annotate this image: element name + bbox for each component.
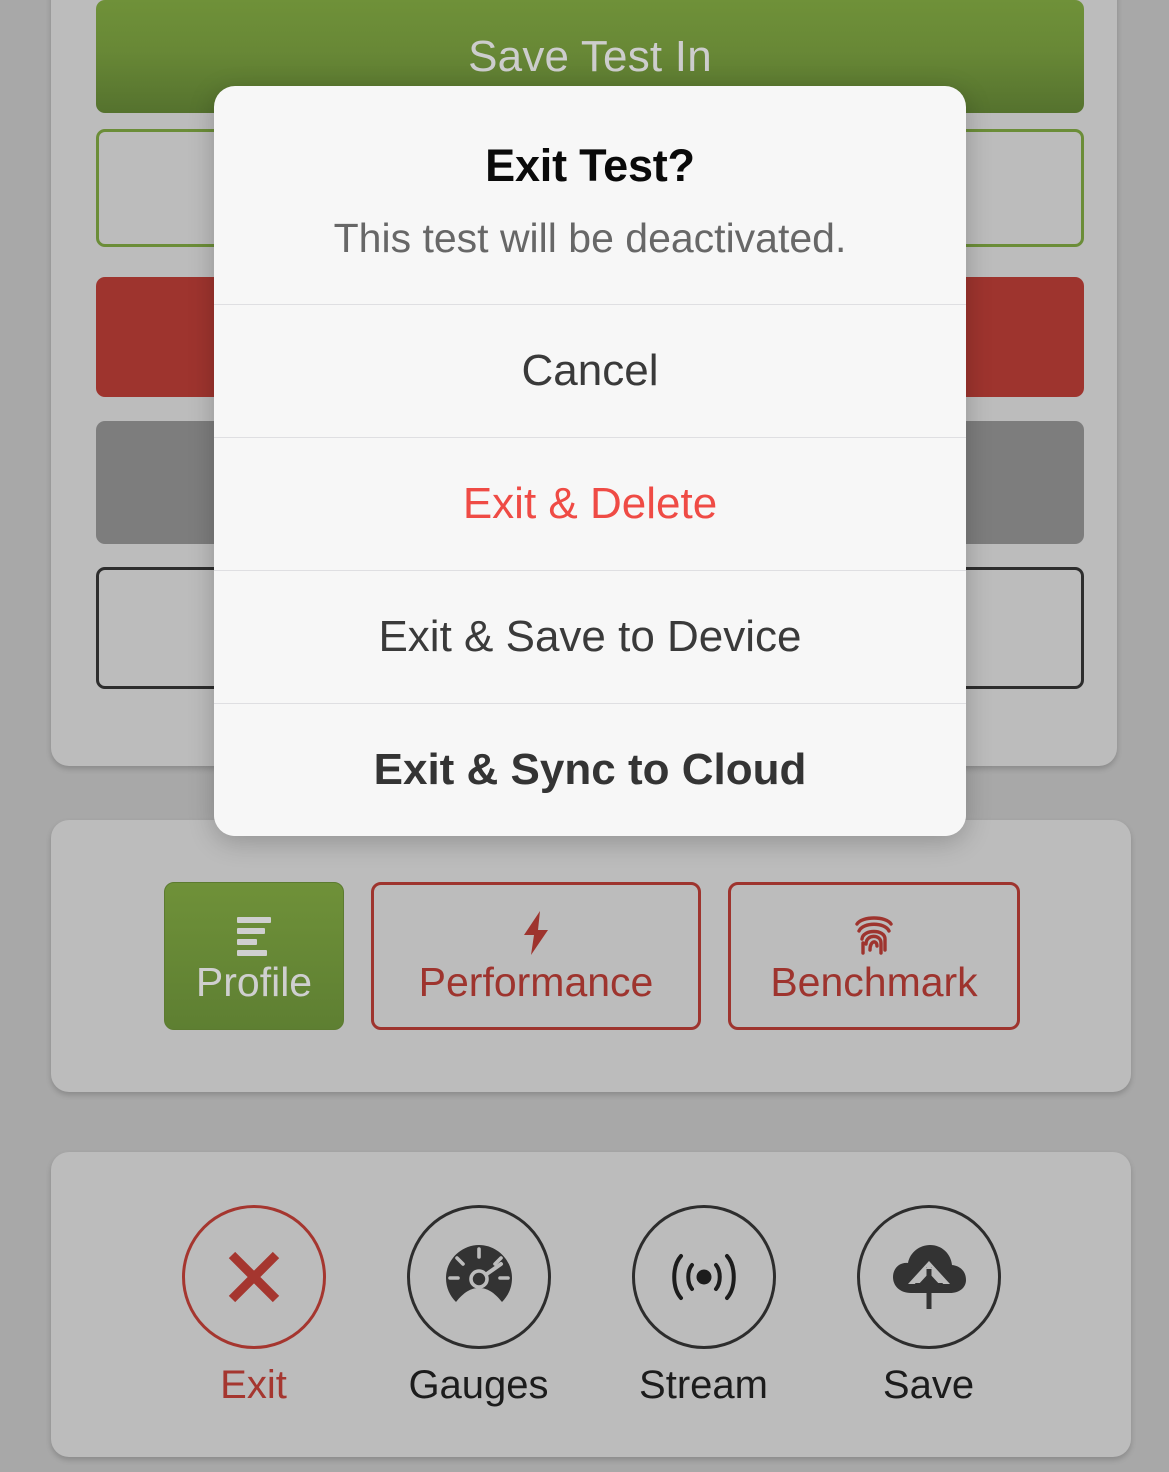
lightning-icon [519,910,553,956]
dialog-action-label-exit-delete: Exit & Delete [462,479,718,529]
bottom-toolbar: Exit Gauges Stream Save [51,1152,1131,1457]
mode-button-performance[interactable]: Performance [371,882,701,1030]
dialog-action-label-exit-sync-cloud: Exit & Sync to Cloud [373,745,807,795]
toolbar-label-save: Save [882,1362,975,1407]
toolbar-label-stream: Stream [639,1362,768,1407]
exit-test-dialog: Exit Test? This test will be deactivated… [214,86,966,837]
mode-label-performance: Performance [418,958,654,1005]
fingerprint-icon [852,910,896,956]
mode-selector-panel: Profile Performance Benchmark [51,820,1131,1092]
cloud-upload-icon [856,1204,1001,1349]
dialog-action-exit-save-device[interactable]: Exit & Save to Device [214,570,966,704]
toolbar-label-gauges: Gauges [408,1362,549,1407]
toolbar-item-gauges[interactable]: Gauges [406,1204,551,1407]
mode-label-profile: Profile [195,958,313,1005]
toolbar-item-save[interactable]: Save [856,1204,1001,1407]
dialog-action-label-exit-save-device: Exit & Save to Device [378,612,802,662]
dialog-action-exit-sync-cloud[interactable]: Exit & Sync to Cloud [214,703,966,837]
dialog-action-exit-delete[interactable]: Exit & Delete [214,437,966,571]
mode-label-benchmark: Benchmark [770,958,978,1005]
toolbar-item-exit[interactable]: Exit [181,1204,326,1407]
toolbar-item-stream[interactable]: Stream [631,1204,776,1407]
broadcast-icon [631,1204,776,1349]
save-test-in-label: Save Test In [468,31,712,81]
mode-button-benchmark[interactable]: Benchmark [728,882,1020,1030]
dialog-message: This test will be deactivated. [333,215,847,262]
gauge-icon [406,1204,551,1349]
dialog-action-cancel[interactable]: Cancel [214,304,966,438]
dialog-action-label-cancel: Cancel [521,346,659,396]
list-icon [237,910,271,956]
mode-button-profile[interactable]: Profile [164,882,344,1030]
dialog-title: Exit Test? [485,140,695,191]
toolbar-label-exit: Exit [220,1362,287,1407]
close-x-icon [181,1204,326,1349]
dialog-header: Exit Test? This test will be deactivated… [214,86,966,304]
